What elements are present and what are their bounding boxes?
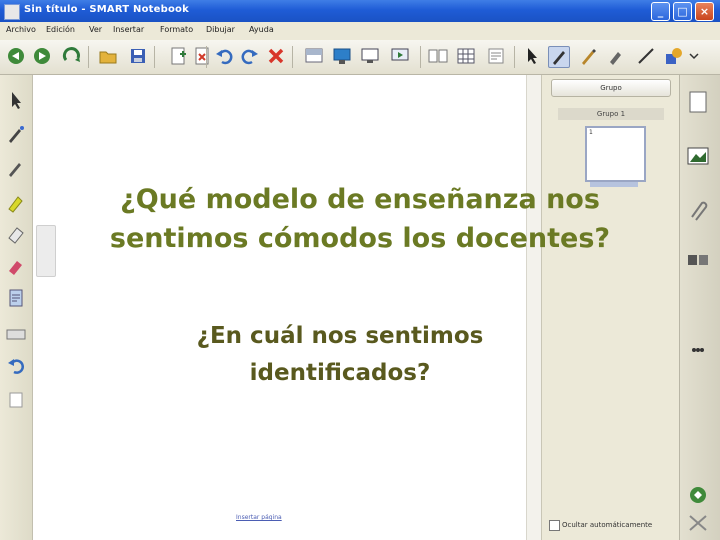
text-page-icon[interactable] bbox=[5, 287, 27, 309]
screen-shade-icon[interactable] bbox=[304, 46, 324, 66]
eraser-icon[interactable] bbox=[5, 223, 27, 245]
undo-icon[interactable] bbox=[214, 46, 234, 66]
gallery-tab-icon[interactable] bbox=[684, 142, 712, 172]
delete-icon[interactable] bbox=[266, 46, 286, 66]
menu-archivo[interactable]: Archivo bbox=[6, 25, 36, 34]
page-thumbnail[interactable] bbox=[585, 126, 646, 182]
group-label: Grupo 1 bbox=[558, 108, 664, 120]
redo-icon[interactable] bbox=[240, 46, 260, 66]
properties-icon[interactable] bbox=[486, 46, 506, 66]
menu-ver[interactable]: Ver bbox=[89, 25, 102, 34]
new-page-icon[interactable] bbox=[168, 46, 188, 66]
left-toolbar bbox=[0, 75, 33, 540]
minimize-button[interactable]: _ bbox=[651, 2, 670, 21]
whiteboard-canvas[interactable] bbox=[33, 75, 526, 540]
insert-page-link[interactable]: Insertar página bbox=[236, 514, 282, 521]
page-sorter-tab-icon[interactable] bbox=[684, 88, 712, 118]
slide-subheading-line-2: identificados? bbox=[249, 360, 431, 386]
table-icon[interactable] bbox=[456, 46, 476, 66]
select-icon[interactable] bbox=[522, 46, 542, 66]
app-icon bbox=[4, 4, 20, 20]
marker-icon[interactable] bbox=[5, 255, 27, 277]
page-icon[interactable] bbox=[5, 389, 27, 411]
undo-side-icon[interactable] bbox=[5, 355, 27, 377]
pen-icon[interactable] bbox=[548, 46, 570, 68]
open-file-icon[interactable] bbox=[98, 46, 118, 66]
menu-dibujar[interactable]: Dibujar bbox=[206, 25, 235, 34]
slide-subheading-line-1: ¿En cuál nos sentimos bbox=[196, 323, 484, 349]
more-options-icon[interactable] bbox=[684, 340, 712, 360]
magic-pen-icon[interactable] bbox=[5, 123, 27, 145]
share-icon[interactable] bbox=[390, 46, 410, 66]
display-icon[interactable] bbox=[332, 46, 352, 66]
shapes-icon[interactable] bbox=[664, 46, 684, 66]
slide-subheading: ¿En cuál nos sentimos identificados? bbox=[120, 318, 560, 392]
dual-page-icon[interactable] bbox=[428, 46, 448, 66]
forward-icon[interactable] bbox=[32, 46, 52, 66]
menu-bar: Archivo Edición Ver Insertar Formato Dib… bbox=[0, 22, 720, 41]
capture-icon[interactable] bbox=[360, 46, 380, 66]
maximize-button[interactable]: □ bbox=[673, 2, 692, 21]
slide-heading-line-1: ¿Qué modelo de enseñanza nos bbox=[120, 184, 600, 215]
menu-formato[interactable]: Formato bbox=[160, 25, 193, 34]
window-title: Sin título - SMART Notebook bbox=[24, 4, 189, 15]
refresh-icon[interactable] bbox=[62, 46, 82, 66]
slide-heading: ¿Qué modelo de enseñanza nos sentimos có… bbox=[40, 180, 680, 258]
move-panel-icon[interactable] bbox=[684, 484, 712, 506]
resize-panel-icon[interactable] bbox=[684, 510, 712, 534]
slide-heading-line-2: sentimos cómodos los docentes? bbox=[109, 223, 611, 254]
pen-tool-icon[interactable] bbox=[5, 157, 27, 179]
properties-tab-icon[interactable] bbox=[684, 245, 712, 275]
menu-ayuda[interactable]: Ayuda bbox=[249, 25, 274, 34]
line-icon[interactable] bbox=[636, 46, 656, 66]
highlighter-pen-icon[interactable] bbox=[5, 191, 27, 213]
highlighter-icon[interactable] bbox=[606, 46, 626, 66]
main-toolbar bbox=[0, 40, 720, 75]
delete-page-icon[interactable] bbox=[192, 46, 212, 66]
group-dropdown[interactable]: Grupo bbox=[551, 79, 671, 97]
save-icon[interactable] bbox=[128, 46, 148, 66]
attachments-tab-icon[interactable] bbox=[684, 195, 712, 225]
menu-insertar[interactable]: Insertar bbox=[113, 25, 144, 34]
back-icon[interactable] bbox=[6, 46, 26, 66]
keyboard-icon[interactable] bbox=[5, 323, 27, 345]
page-number: 1 bbox=[589, 129, 593, 136]
autohide-checkbox[interactable] bbox=[549, 520, 560, 531]
menu-edicion[interactable]: Edición bbox=[46, 25, 75, 34]
select-arrow-icon[interactable] bbox=[5, 89, 27, 111]
close-button[interactable]: × bbox=[695, 2, 714, 21]
autohide-label: Ocultar automáticamente bbox=[562, 521, 653, 529]
vertical-scrollbar[interactable] bbox=[526, 75, 541, 540]
creative-pen-icon[interactable] bbox=[578, 46, 598, 66]
chevron-down-icon[interactable] bbox=[688, 46, 700, 66]
